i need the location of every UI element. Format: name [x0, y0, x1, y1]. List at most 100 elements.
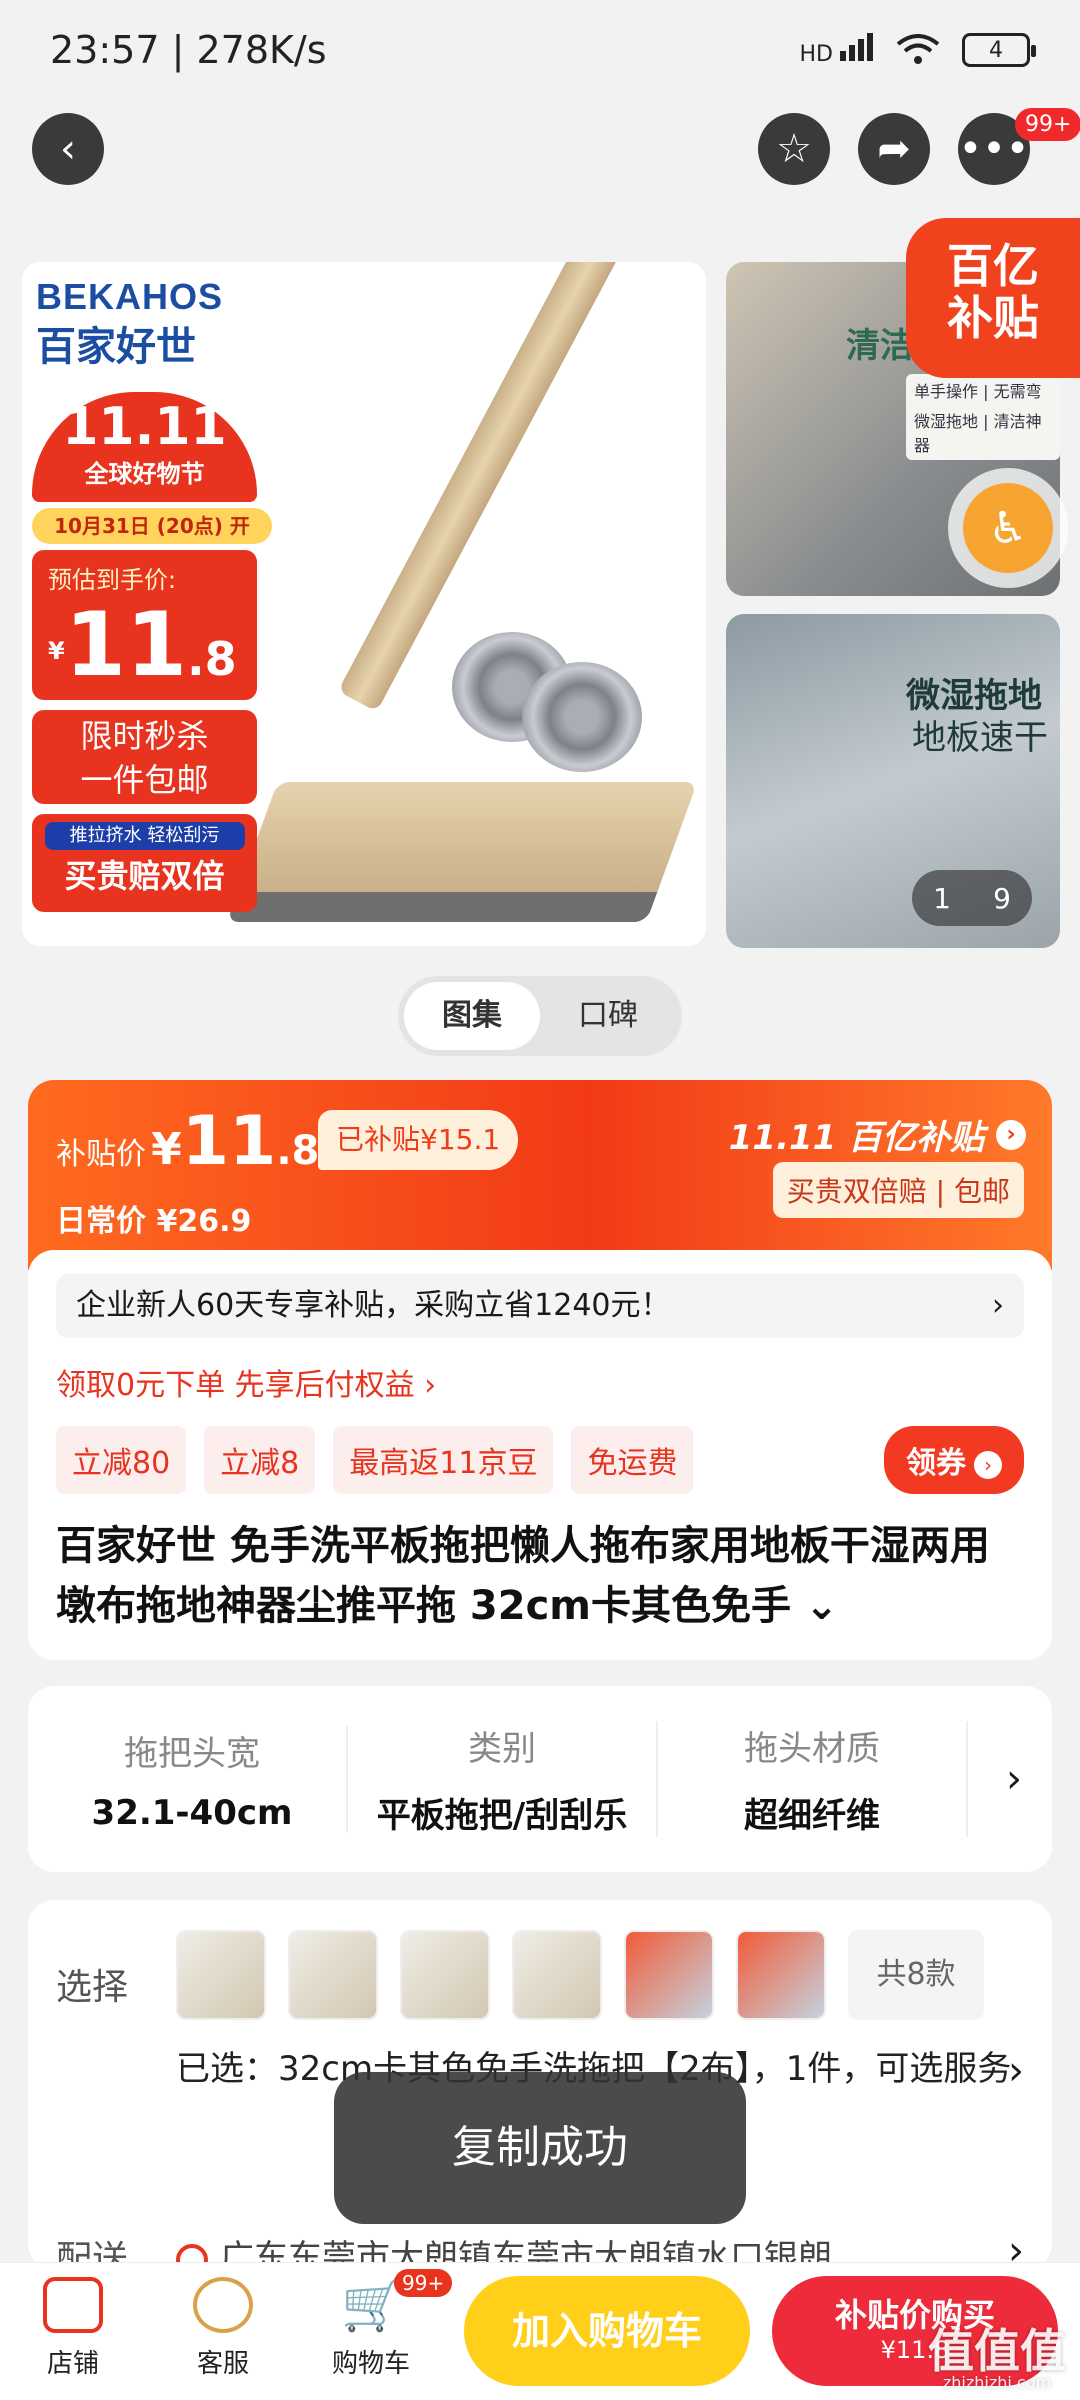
- attribute-item: 拖把头宽 32.1-40cm: [38, 1725, 348, 1833]
- attributes-card[interactable]: 拖把头宽 32.1-40cm 类别 平板拖把/刮刮乐 拖头材质 超细纤维 ›: [28, 1686, 1052, 1872]
- guarantee-label: 买贵赔双倍: [64, 857, 225, 895]
- customer-service-icon: [193, 2277, 253, 2333]
- attribute-item: 拖头材质 超细纤维: [658, 1721, 968, 1837]
- cart-button[interactable]: 🛒 99+ 购物车: [316, 2269, 453, 2380]
- add-to-cart-button[interactable]: 加入购物车: [464, 2276, 750, 2386]
- chevron-right-icon: ›: [1008, 2048, 1024, 2094]
- thumbnail-1-title: 清洁: [846, 326, 914, 366]
- star-icon: ☆: [776, 126, 812, 172]
- status-bar: 23:57 | 278K/s HD 4: [0, 0, 1080, 100]
- variant-count[interactable]: 共8款: [848, 1930, 984, 2020]
- status-icons: HD 4: [800, 33, 1036, 67]
- variant-thumbnail[interactable]: [624, 1930, 714, 2020]
- back-button[interactable]: ‹: [32, 113, 104, 185]
- mop-cloth-graphic: [522, 662, 642, 772]
- share-button[interactable]: ➦: [858, 113, 930, 185]
- price-card: 补贴价 ¥11.8 已补贴¥15.1 日常价 ¥26.9 11.11 百亿补贴 …: [28, 1080, 1052, 1660]
- battery-icon: 4: [962, 33, 1036, 67]
- notification-badge: 99+: [1015, 108, 1080, 141]
- customer-service-button[interactable]: 客服: [168, 2277, 278, 2380]
- variant-thumbnail[interactable]: [736, 1930, 826, 2020]
- cart-label: 购物车: [331, 2349, 410, 2379]
- guarantee-tagline: 推拉挤水 轻松刮污: [44, 822, 245, 850]
- tab-reviews[interactable]: 口碑: [540, 982, 676, 1050]
- counter-total: 9: [993, 881, 1011, 915]
- variant-thumbnail[interactable]: [400, 1930, 490, 2020]
- chevron-right-icon: ›: [974, 1450, 1002, 1479]
- thumbnail-1-tag: 微湿拖地 | 清洁神器: [906, 404, 1060, 460]
- variant-thumbnail[interactable]: [288, 1930, 378, 2020]
- store-icon: [43, 2277, 103, 2333]
- promo-date: 10月31日 (20点) 开抢！！: [32, 508, 272, 574]
- estimated-price: ¥11.8: [48, 593, 237, 696]
- new-user-text: 企业新人60天专享补贴，采购立省1240元！: [76, 1288, 671, 1323]
- subsidy-brand-label: 11.11 百亿补贴: [728, 1118, 985, 1158]
- subsidy-price-dec: .8: [276, 1128, 320, 1174]
- image-counter: 1 9: [912, 870, 1032, 926]
- subsidy-perks: 买贵双倍赔 | 包邮: [772, 1162, 1024, 1218]
- coupon-row: 立减80 立减8 最高返11京豆 免运费 领券 ›: [56, 1426, 1024, 1494]
- chevron-right-icon: ›: [1006, 1756, 1022, 1802]
- flash-sale-box: 限时秒杀 一件包邮: [32, 710, 257, 804]
- get-coupon-label: 领券: [906, 1446, 966, 1481]
- attribute-key: 拖头材质: [744, 1729, 880, 1769]
- enterprise-new-user-banner[interactable]: 企业新人60天专享补贴，采购立省1240元！ ›: [56, 1274, 1024, 1338]
- currency-symbol: ¥: [151, 1124, 182, 1175]
- estimated-price-int: 11: [64, 593, 188, 696]
- variant-thumbnail[interactable]: [176, 1930, 266, 2020]
- subsidy-badge[interactable]: 百亿 补贴: [906, 218, 1080, 378]
- select-label: 选择: [56, 1967, 129, 2008]
- battery-level: 4: [989, 37, 1003, 63]
- price-banner: 补贴价 ¥11.8 已补贴¥15.1 日常价 ¥26.9 11.11 百亿补贴 …: [28, 1080, 1052, 1270]
- attribute-key: 类别: [468, 1729, 536, 1769]
- festival-label: 全球好物节: [84, 460, 205, 488]
- accessibility-icon: ♿: [963, 483, 1053, 573]
- product-main-image[interactable]: BEKAHOS 百家好世 11.11 全球好物节 10月31日 (20点) 开抢…: [22, 262, 706, 946]
- subsidized-amount: 已补贴¥15.1: [318, 1110, 519, 1170]
- coupon-tag[interactable]: 立减8: [204, 1426, 316, 1494]
- service-label: 客服: [196, 2349, 249, 2379]
- tab-gallery[interactable]: 图集: [404, 982, 540, 1050]
- price-body: 企业新人60天专享补贴，采购立省1240元！ › 领取0元下单 先享后付权益 ›…: [28, 1250, 1052, 1660]
- coupon-tag[interactable]: 最高返11京豆: [333, 1426, 554, 1494]
- promo-overlay: 11.11 全球好物节 10月31日 (20点) 开抢！！ 预估到手价: ¥11…: [32, 392, 272, 912]
- product-title[interactable]: 百家好世 免手洗平板拖把懒人拖布家用地板干湿两用墩布拖地神器尘推平拖 32cm卡…: [56, 1516, 1024, 1636]
- variant-thumbnail[interactable]: [512, 1930, 602, 2020]
- thumbnail-2-subtitle: 地板速干: [912, 718, 1048, 758]
- attribute-value: 32.1-40cm: [91, 1792, 293, 1833]
- flash-sale-line2: 一件包邮: [80, 761, 209, 799]
- status-time: 23:57 | 278K/s: [50, 28, 327, 72]
- pay-later-link[interactable]: 领取0元下单 先享后付权益 ›: [56, 1360, 1024, 1404]
- subsidy-brand-link[interactable]: 11.11 百亿补贴 ›: [729, 1110, 1026, 1159]
- shop-button[interactable]: 店铺: [18, 2277, 128, 2380]
- daily-price: 日常价 ¥26.9: [56, 1204, 252, 1239]
- promo-price-box: 预估到手价: ¥11.8: [32, 550, 257, 700]
- estimated-price-label: 预估到手价:: [48, 566, 177, 594]
- brand-logo-cn: 百家好世: [36, 324, 196, 370]
- counter-current: 1: [933, 881, 951, 915]
- network-label: HD: [799, 42, 833, 67]
- guarantee-box: 推拉挤水 轻松刮污 买贵赔双倍: [32, 814, 257, 912]
- estimated-price-dec: .8: [187, 632, 237, 686]
- watermark: 值值值 zhizhizhi.com: [928, 2328, 1066, 2392]
- subsidy-price-label: 补贴价: [56, 1137, 146, 1172]
- get-coupon-button[interactable]: 领券 ›: [884, 1426, 1024, 1494]
- cart-badge: 99+: [394, 2269, 453, 2297]
- coupon-tag[interactable]: 立减80: [56, 1426, 187, 1494]
- attribute-key: 拖把头宽: [124, 1733, 260, 1774]
- signal-icon: HD: [800, 33, 874, 67]
- chevron-right-icon: ›: [992, 1288, 1004, 1323]
- chevron-right-icon: ›: [996, 1119, 1026, 1150]
- wifi-icon: [896, 34, 940, 64]
- toast-message: 复制成功: [334, 2072, 746, 2224]
- coupon-tag[interactable]: 免运费: [571, 1426, 694, 1494]
- attribute-item: 类别 平板拖把/刮刮乐: [348, 1721, 658, 1837]
- double11-label: 11.11: [62, 397, 227, 457]
- accessibility-float-button[interactable]: ♿: [948, 468, 1068, 588]
- cart-icon: 🛒: [341, 2276, 404, 2334]
- watermark-sub: zhizhizhi.com: [942, 2373, 1052, 2392]
- favorite-button[interactable]: ☆: [758, 113, 830, 185]
- subsidy-badge-line2: 补贴: [947, 291, 1039, 345]
- double11-badge: 11.11 全球好物节: [32, 392, 257, 502]
- flash-sale-line1: 限时秒杀: [80, 717, 209, 755]
